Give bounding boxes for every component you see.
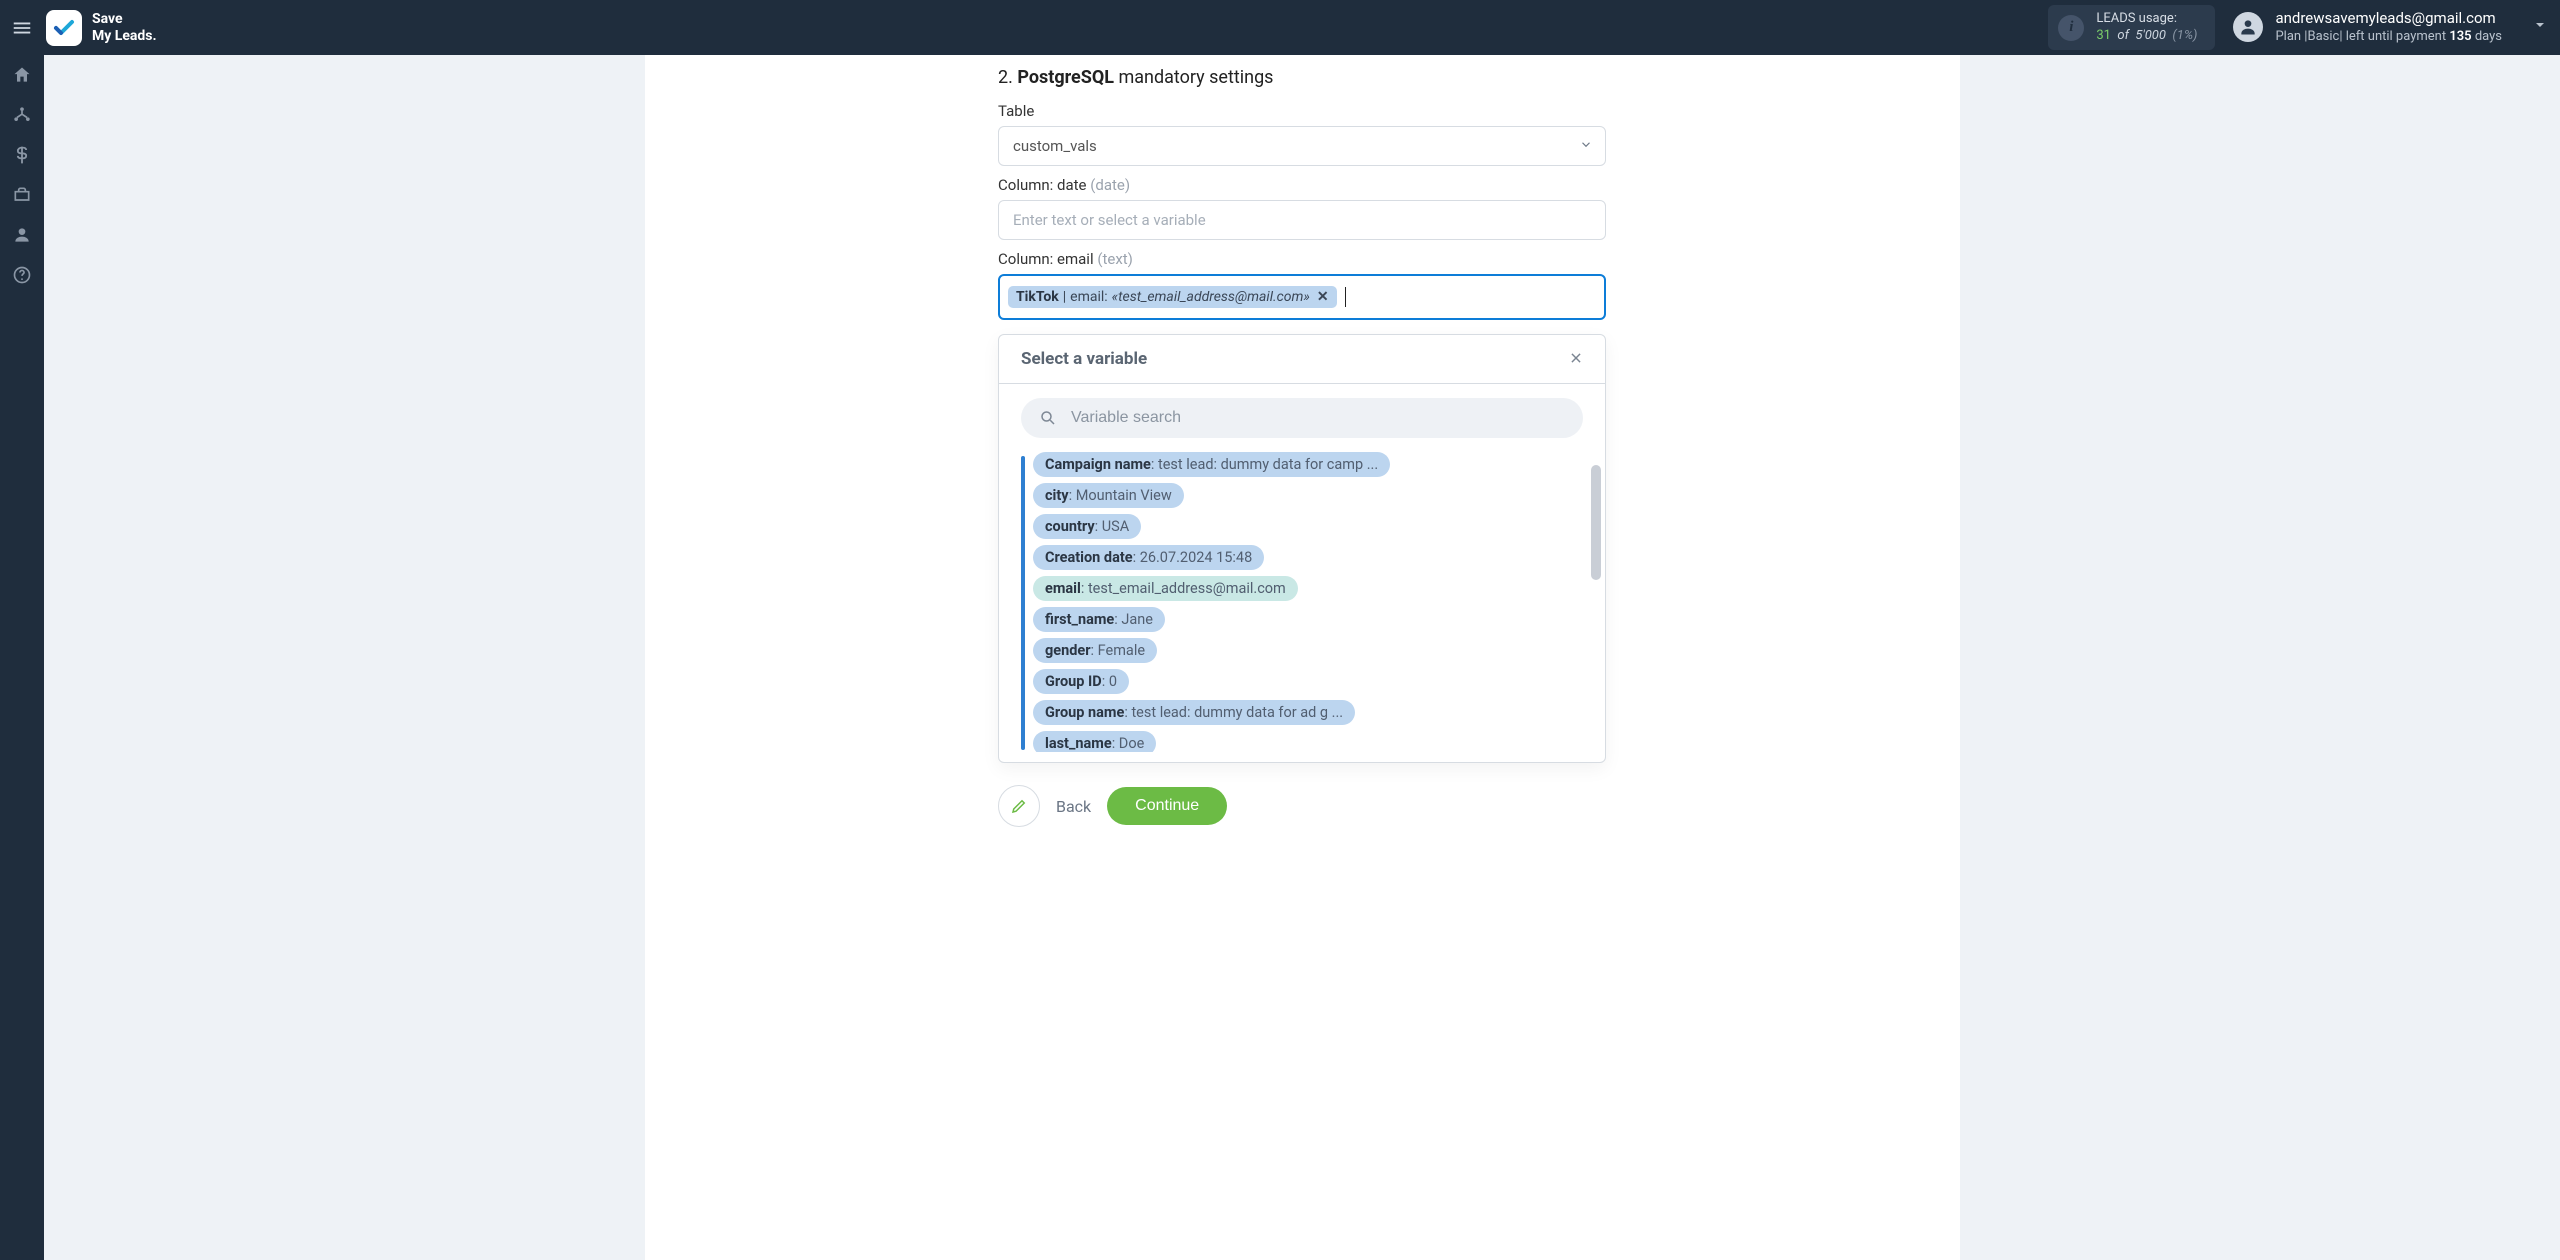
table-label: Table	[998, 102, 1606, 120]
usage-text: LEADS usage: 31 of 5'000 (1%)	[2096, 11, 2197, 45]
variable-option[interactable]: gender: Female	[1033, 638, 1157, 663]
scrollbar-thumb[interactable]	[1591, 465, 1601, 580]
col-date-input[interactable]: Enter text or select a variable	[998, 200, 1606, 240]
variable-option[interactable]: email: test_email_address@mail.com	[1033, 576, 1298, 601]
account-text: andrewsavemyleads@gmail.com Plan |Basic|…	[2275, 9, 2502, 45]
brand-logo[interactable]: Save My Leads.	[46, 10, 157, 46]
col-email-input[interactable]: TikTok | email: «test_email_address@mail…	[998, 274, 1606, 320]
topbar: Save My Leads. i LEADS usage: 31 of 5'00…	[0, 0, 2560, 55]
variable-option[interactable]: Group name: test lead: dummy data for ad…	[1033, 700, 1355, 725]
panel-close-icon[interactable]	[1569, 350, 1583, 369]
variable-option[interactable]: Group ID: 0	[1033, 669, 1129, 694]
sidebar-help[interactable]	[0, 255, 44, 295]
sidebar-connections[interactable]	[0, 95, 44, 135]
menu-toggle[interactable]	[0, 0, 44, 55]
info-icon: i	[2058, 15, 2084, 41]
col-email-label: Column: email (text)	[998, 250, 1606, 268]
col-date-label: Column: date (date)	[998, 176, 1606, 194]
variable-option[interactable]: last_name: Doe	[1033, 731, 1156, 752]
user-avatar-icon	[2233, 12, 2263, 42]
main-card: 2. PostgreSQL mandatory settings Table c…	[645, 55, 1960, 1260]
back-button[interactable]: Back	[1056, 797, 1091, 816]
footer-row: Back Continue	[998, 785, 1606, 827]
account-chevron-icon[interactable]	[2532, 17, 2548, 37]
canvas: 2. PostgreSQL mandatory settings Table c…	[44, 55, 2560, 1260]
table-select[interactable]: custom_vals	[998, 126, 1606, 166]
text-caret	[1345, 287, 1346, 307]
edit-button[interactable]	[998, 785, 1040, 827]
chevron-down-icon	[1579, 137, 1593, 156]
variable-search[interactable]	[1021, 398, 1583, 438]
sidebar-home[interactable]	[0, 55, 44, 95]
usage-widget[interactable]: i LEADS usage: 31 of 5'000 (1%)	[2048, 5, 2215, 51]
section-title: 2. PostgreSQL mandatory settings	[998, 67, 1606, 88]
token-remove-icon[interactable]: ✕	[1314, 289, 1329, 305]
variable-option[interactable]: country: USA	[1033, 514, 1141, 539]
account-widget[interactable]: andrewsavemyleads@gmail.com Plan |Basic|…	[2233, 9, 2548, 45]
brand-name: Save My Leads.	[92, 11, 157, 43]
search-icon	[1039, 409, 1057, 427]
variable-option[interactable]: Creation date: 26.07.2024 15:48	[1033, 545, 1264, 570]
variable-panel: Select a variable Campaign name: test le…	[998, 334, 1606, 763]
variable-option[interactable]: Campaign name: test lead: dummy data for…	[1033, 452, 1390, 477]
variable-option[interactable]: first_name: Jane	[1033, 607, 1165, 632]
variable-search-input[interactable]	[1069, 408, 1565, 428]
sidebar-account[interactable]	[0, 215, 44, 255]
continue-button[interactable]: Continue	[1107, 787, 1227, 825]
variable-option[interactable]: city: Mountain View	[1033, 483, 1184, 508]
variable-token[interactable]: TikTok | email: «test_email_address@mail…	[1008, 286, 1337, 308]
sidebar-workspace[interactable]	[0, 175, 44, 215]
variable-panel-title: Select a variable	[1021, 349, 1147, 369]
sidebar-billing[interactable]	[0, 135, 44, 175]
sidebar	[0, 55, 44, 1260]
variable-list: Campaign name: test lead: dummy data for…	[1033, 452, 1587, 752]
logo-mark	[46, 10, 82, 46]
